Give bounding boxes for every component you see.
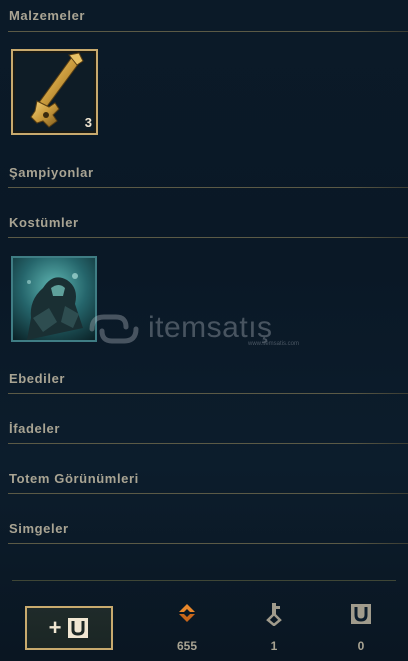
loot-item-key[interactable]: 3 [11, 49, 98, 135]
chest-value: 0 [357, 639, 365, 653]
key-fragment-value: 1 [270, 639, 278, 653]
key-fragment-icon [266, 603, 282, 626]
section-divider [8, 543, 408, 544]
add-loot-icon [68, 618, 89, 638]
loot-item-skin[interactable] [11, 256, 97, 342]
watermark-text: itemsatış [148, 311, 273, 344]
watermark: itemsatış www.itemsatis.com [86, 308, 299, 350]
section-title-eternals: Ebediler [9, 371, 66, 386]
watermark-subtext: www.itemsatis.com [248, 341, 300, 347]
item-count: 3 [84, 115, 92, 130]
champion-skin-thumbnail [13, 258, 95, 340]
section-title-champions: Şampiyonlar [9, 165, 94, 180]
section-divider [8, 187, 408, 188]
chest-icon [351, 604, 371, 624]
section-divider [8, 493, 408, 494]
section-title-materials: Malzemeler [9, 8, 86, 23]
section-title-skins: Kostümler [9, 215, 79, 230]
section-divider [8, 237, 408, 238]
section-divider [8, 393, 408, 394]
plus-icon: + [48, 615, 62, 640]
orange-essence-icon [179, 604, 195, 622]
section-divider [8, 31, 408, 32]
currency-orange-essence: 655 [167, 602, 207, 653]
orange-essence-value: 655 [176, 639, 198, 653]
hextech-key-icon [30, 52, 84, 128]
add-loot-button[interactable]: + [25, 606, 113, 650]
section-title-ward-skins: Totem Görünümleri [9, 471, 139, 486]
section-divider [8, 443, 408, 444]
section-title-emotes: İfadeler [9, 421, 61, 436]
currency-chest: 0 [341, 602, 381, 653]
footer-divider [12, 580, 396, 581]
watermark-logo-icon [89, 314, 139, 344]
section-title-icons: Simgeler [9, 521, 69, 536]
currency-key-fragment: 1 [254, 602, 294, 653]
